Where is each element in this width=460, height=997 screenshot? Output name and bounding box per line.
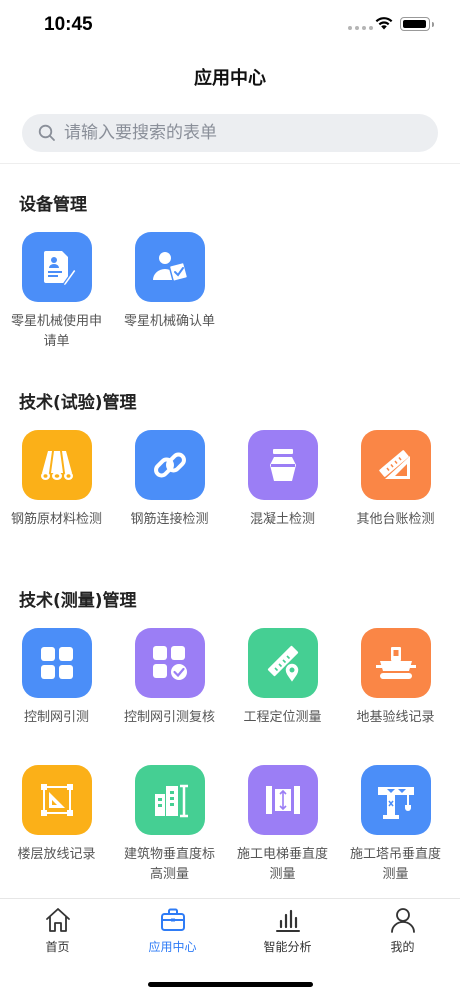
search-icon — [38, 124, 55, 141]
bar-chart-icon — [275, 909, 300, 932]
building-icon — [134, 765, 205, 835]
app-tower-crane-verticality[interactable]: 施工塔吊垂直度测量 — [339, 765, 452, 885]
app-foundation-line-check[interactable]: 地基验线记录 — [339, 628, 452, 728]
app-label: 施工电梯垂直度测量 — [236, 847, 328, 882]
app-machine-usage-request[interactable]: 零星机械使用申请单 — [0, 232, 113, 352]
search-bar[interactable] — [22, 114, 438, 152]
page-title: 应用中心 — [194, 68, 266, 89]
app-label: 混凝土检测 — [249, 512, 315, 527]
app-label: 零星机械确认单 — [123, 314, 215, 329]
tower-crane-icon — [360, 765, 431, 835]
app-engineering-positioning[interactable]: 工程定位测量 — [226, 628, 339, 728]
app-rebar-material-test[interactable]: 钢筋原材料检测 — [0, 430, 113, 530]
status-bar: 10:45 — [0, 0, 460, 52]
section-title-test: 技术(试验)管理 — [19, 393, 137, 413]
app-label: 楼层放线记录 — [17, 847, 96, 862]
app-label: 钢筋连接检测 — [130, 512, 209, 527]
tab-smart-analysis[interactable]: 智能分析 — [230, 905, 345, 955]
floor-layout-icon — [21, 765, 92, 835]
app-machine-confirmation[interactable]: 零星机械确认单 — [113, 232, 226, 332]
app-label: 零星机械使用申请单 — [10, 314, 102, 349]
app-label: 钢筋原材料检测 — [10, 512, 102, 527]
section-title-equipment: 设备管理 — [19, 195, 87, 215]
app-rebar-connection-test[interactable]: 钢筋连接检测 — [113, 430, 226, 530]
home-indicator — [148, 982, 313, 987]
app-other-ledger-test[interactable]: 其他台账检测 — [339, 430, 452, 530]
tab-label: 首页 — [45, 940, 70, 954]
status-time: 10:45 — [44, 14, 93, 35]
signal-icon — [348, 26, 373, 30]
tab-mine[interactable]: 我的 — [345, 905, 460, 955]
survey-machine-icon — [360, 628, 431, 698]
concrete-jar-icon — [247, 430, 318, 500]
person-confirm-icon — [134, 232, 205, 302]
tab-label: 我的 — [390, 940, 415, 954]
search-input[interactable] — [64, 123, 404, 143]
briefcase-icon — [160, 908, 185, 931]
tab-label: 智能分析 — [263, 940, 312, 954]
rebar-bundle-icon — [21, 430, 92, 500]
home-icon — [45, 908, 70, 932]
ruler-pin-icon — [247, 628, 318, 698]
app-control-network-survey[interactable]: 控制网引测 — [0, 628, 113, 728]
app-label: 建筑物垂直度标高测量 — [123, 847, 215, 882]
tab-label: 应用中心 — [148, 940, 197, 954]
app-concrete-test[interactable]: 混凝土检测 — [226, 430, 339, 530]
app-elevator-verticality[interactable]: 施工电梯垂直度测量 — [226, 765, 339, 885]
tab-home[interactable]: 首页 — [0, 905, 115, 955]
app-label: 工程定位测量 — [243, 710, 322, 725]
wifi-icon — [375, 17, 393, 30]
app-label: 控制网引测 — [23, 710, 89, 725]
app-building-verticality[interactable]: 建筑物垂直度标高测量 — [113, 765, 226, 885]
tab-app-center[interactable]: 应用中心 — [115, 905, 230, 955]
app-label: 控制网引测复核 — [123, 710, 215, 725]
ruler-triangle-icon — [360, 430, 431, 500]
app-control-network-review[interactable]: 控制网引测复核 — [113, 628, 226, 728]
document-sign-icon — [21, 232, 92, 302]
link-icon — [134, 430, 205, 500]
person-icon — [390, 908, 415, 933]
app-label: 其他台账检测 — [356, 512, 435, 527]
battery-icon — [400, 17, 434, 31]
header-divider — [0, 163, 460, 164]
section-title-survey: 技术(测量)管理 — [19, 591, 137, 611]
app-label: 地基验线记录 — [356, 710, 435, 725]
app-floor-layout-record[interactable]: 楼层放线记录 — [0, 765, 113, 865]
elevator-icon — [247, 765, 318, 835]
grid-check-icon — [134, 628, 205, 698]
grid-icon — [21, 628, 92, 698]
app-label: 施工塔吊垂直度测量 — [349, 847, 441, 882]
